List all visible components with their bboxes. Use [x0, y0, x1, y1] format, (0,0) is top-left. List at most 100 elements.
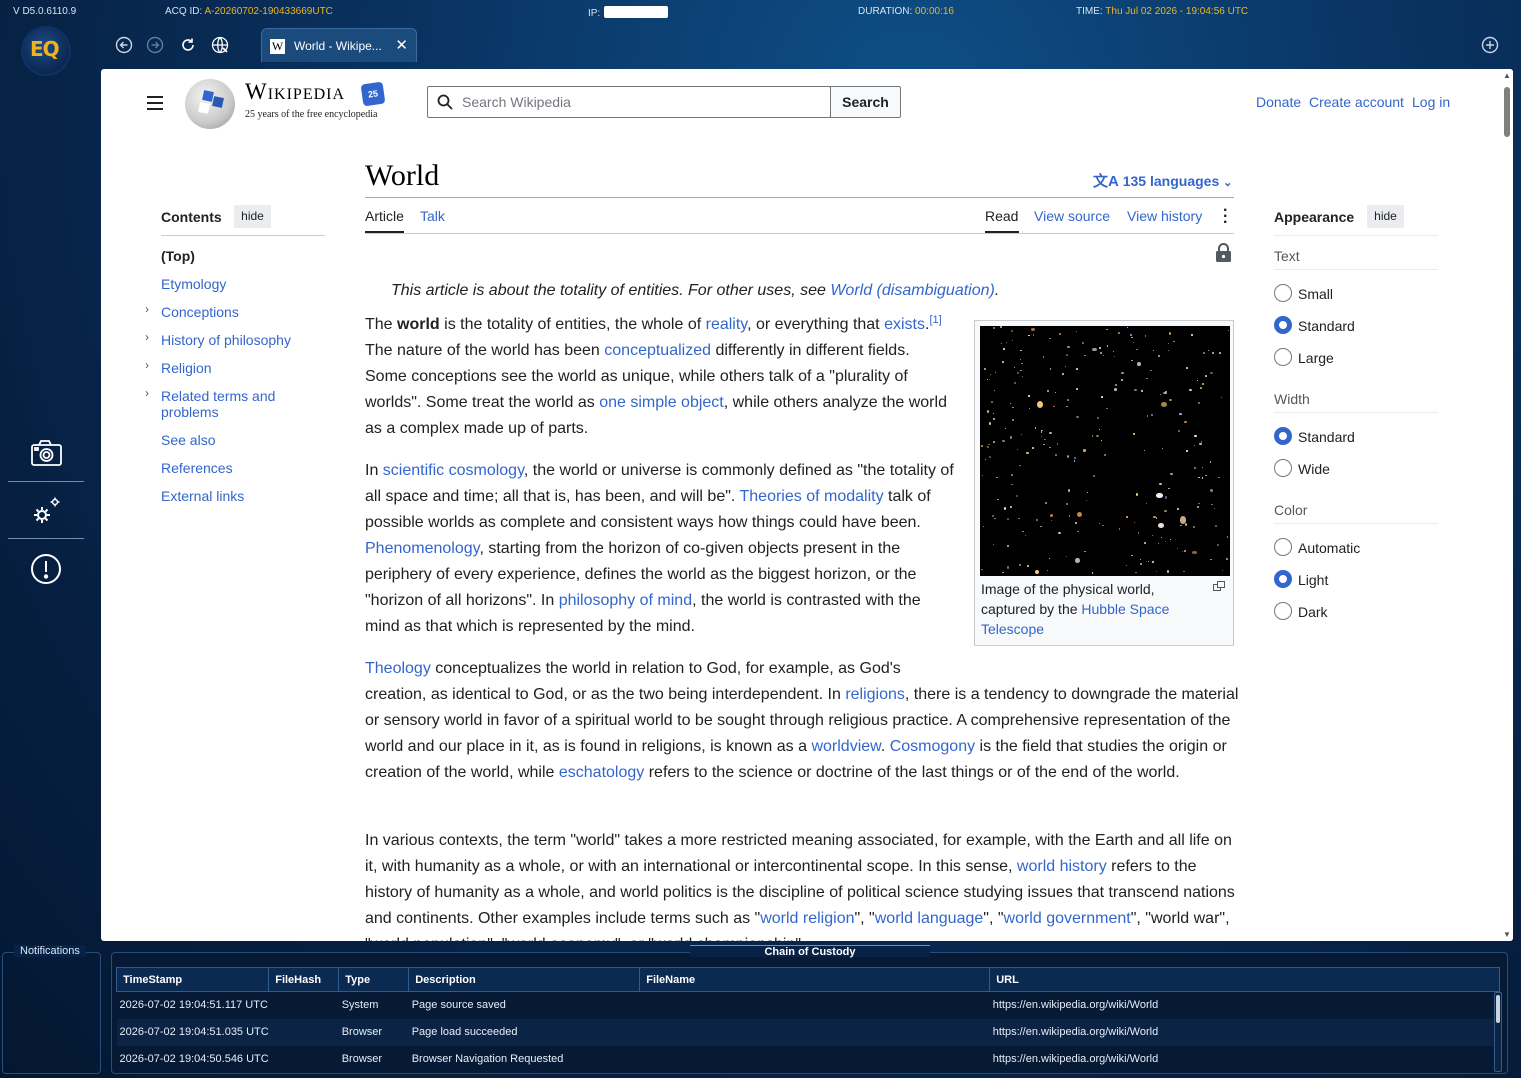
radio-width-standard[interactable]: [1274, 427, 1292, 445]
link-religions[interactable]: religions: [845, 686, 905, 703]
table-row[interactable]: 2026-07-02 19:04:51.117 UTC System Page …: [117, 992, 1500, 1019]
link-scientific-cosmology[interactable]: scientific cosmology: [383, 462, 524, 479]
link-world-religion[interactable]: world religion: [760, 910, 854, 927]
toc-item-see-also[interactable]: See also: [161, 432, 301, 448]
tab-view-source[interactable]: View source: [1034, 208, 1110, 224]
text-standard-label[interactable]: Standard: [1298, 318, 1355, 334]
galaxy-speck: [1042, 443, 1045, 445]
log-in-link[interactable]: Log in: [1412, 94, 1450, 110]
toc-item-references[interactable]: References: [161, 460, 301, 476]
color-automatic-label[interactable]: Automatic: [1298, 540, 1360, 556]
tab-article[interactable]: Article: [365, 208, 404, 224]
toc-item-top[interactable]: (Top): [161, 248, 301, 264]
link-philosophy-of-mind[interactable]: philosophy of mind: [559, 592, 692, 609]
app-logo[interactable]: EQ: [21, 26, 71, 76]
wikipedia-wordmark[interactable]: Wikipedia: [245, 79, 345, 105]
text-large-label[interactable]: Large: [1298, 350, 1334, 366]
column-header[interactable]: TimeStamp: [115, 967, 270, 992]
table-row[interactable]: 2026-07-02 19:04:51.035 UTC Browser Page…: [116, 1018, 1500, 1046]
create-account-link[interactable]: Create account: [1309, 94, 1404, 110]
tab-view-history[interactable]: View history: [1127, 208, 1202, 224]
column-header[interactable]: URL: [989, 967, 1501, 992]
new-tab-plus-icon[interactable]: [1481, 36, 1499, 54]
radio-color-light[interactable]: [1274, 570, 1292, 588]
link-one-simple-object[interactable]: one simple object: [599, 394, 724, 411]
link-eschatology[interactable]: eschatology: [559, 764, 644, 781]
width-wide-label[interactable]: Wide: [1298, 461, 1330, 477]
search-button[interactable]: Search: [830, 86, 901, 118]
link-exists[interactable]: exists: [884, 316, 925, 333]
link-world-government[interactable]: world government: [1004, 910, 1131, 927]
refresh-icon[interactable]: [179, 36, 199, 56]
link-cosmogony[interactable]: Cosmogony: [890, 738, 975, 755]
more-actions-icon[interactable]: · · ·: [1223, 203, 1229, 231]
toc-item-related-terms[interactable]: Related terms and problems: [161, 388, 291, 420]
column-header[interactable]: FileHash: [268, 967, 340, 992]
radio-color-dark[interactable]: [1274, 602, 1292, 620]
link-conceptualized[interactable]: conceptualized: [604, 342, 711, 359]
contents-hide-button[interactable]: hide: [234, 205, 271, 228]
wikipedia-globe-logo[interactable]: [185, 79, 235, 129]
column-header[interactable]: Description: [408, 967, 641, 992]
link-world-language[interactable]: world language: [875, 910, 984, 927]
toc-expand-chevron-icon[interactable]: ›: [145, 330, 149, 344]
alert-icon[interactable]: [28, 551, 64, 587]
galaxy-speck: [1170, 473, 1173, 475]
camera-icon[interactable]: [28, 436, 64, 472]
color-light-label[interactable]: Light: [1298, 572, 1328, 588]
radio-text-standard[interactable]: [1274, 316, 1292, 334]
toc-item-etymology[interactable]: Etymology: [161, 276, 301, 292]
link-theories-of-modality[interactable]: Theories of modality: [740, 488, 884, 505]
toc-item-conceptions[interactable]: Conceptions: [161, 304, 301, 320]
forward-icon[interactable]: [146, 36, 166, 56]
toc-expand-chevron-icon[interactable]: ›: [145, 358, 149, 372]
settings-gear-icon[interactable]: [28, 494, 64, 530]
hubble-deep-field-image[interactable]: [980, 326, 1230, 576]
radio-text-large[interactable]: [1274, 348, 1292, 366]
radio-width-wide[interactable]: [1274, 459, 1292, 477]
width-standard-label[interactable]: Standard: [1298, 429, 1355, 445]
toc-item-external-links[interactable]: External links: [161, 488, 301, 504]
globe-icon[interactable]: [211, 36, 231, 56]
close-tab-icon[interactable]: ✕: [395, 36, 408, 54]
tab-read[interactable]: Read: [985, 208, 1018, 224]
hatnote-end: .: [994, 282, 1000, 299]
link-reality[interactable]: reality: [706, 316, 748, 333]
link-phenomenology[interactable]: Phenomenology: [365, 540, 479, 557]
notifications-panel[interactable]: [2, 952, 101, 1074]
enlarge-icon[interactable]: [1213, 578, 1225, 591]
main-menu-icon[interactable]: [147, 96, 163, 114]
scroll-up-arrow-icon[interactable]: ▲: [1503, 71, 1511, 80]
toc-expand-chevron-icon[interactable]: ›: [145, 302, 149, 316]
browser-viewport[interactable]: Wikipedia 25 25 years of the free encycl…: [101, 69, 1513, 941]
browser-tab[interactable]: W World - Wikipe... ✕: [261, 28, 417, 62]
column-header[interactable]: FileName: [639, 967, 991, 992]
column-header[interactable]: Type: [338, 967, 410, 992]
custody-scrollbar[interactable]: [1494, 992, 1502, 1072]
citation-1[interactable]: [1]: [929, 314, 941, 326]
table-row[interactable]: 2026-07-02 19:04:50.546 UTC Browser Brow…: [117, 1046, 1500, 1073]
radio-color-automatic[interactable]: [1274, 538, 1292, 556]
scrollbar-thumb[interactable]: [1504, 87, 1510, 137]
search-input[interactable]: [462, 92, 822, 112]
languages-button[interactable]: 文A 135 languages ⌄: [1093, 170, 1232, 191]
scroll-down-arrow-icon[interactable]: ▼: [1503, 930, 1511, 939]
toc-expand-chevron-icon[interactable]: ›: [145, 386, 149, 400]
page-scrollbar[interactable]: ▲ ▼: [1501, 69, 1513, 941]
donate-link[interactable]: Donate: [1256, 94, 1301, 110]
toc-item-history-of-philosophy[interactable]: History of philosophy: [161, 332, 331, 348]
link-worldview[interactable]: worldview: [811, 738, 880, 755]
radio-text-small[interactable]: [1274, 284, 1292, 302]
tab-talk[interactable]: Talk: [420, 208, 445, 224]
color-dark-label[interactable]: Dark: [1298, 604, 1328, 620]
link-world-history[interactable]: world history: [1017, 858, 1107, 875]
back-icon[interactable]: [115, 36, 135, 56]
lock-icon[interactable]: [1215, 243, 1232, 263]
appearance-hide-button[interactable]: hide: [1367, 205, 1404, 228]
text-small-label[interactable]: Small: [1298, 286, 1333, 302]
disambiguation-link[interactable]: World (disambiguation): [830, 282, 995, 299]
custody-scrollbar-thumb[interactable]: [1496, 995, 1500, 1023]
link-theology[interactable]: Theology: [365, 660, 431, 677]
search-box[interactable]: [427, 86, 831, 118]
toc-item-religion[interactable]: Religion: [161, 360, 301, 376]
